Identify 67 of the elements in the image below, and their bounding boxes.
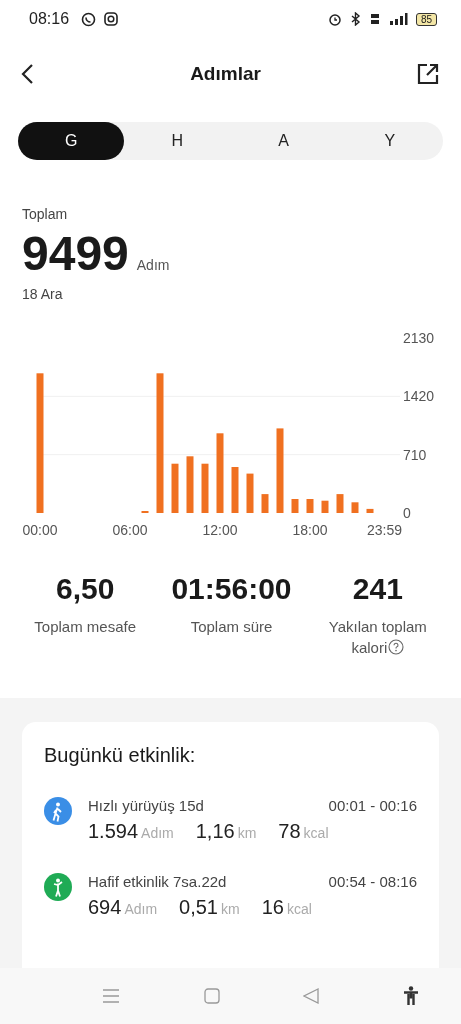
x-tick-label: 18:00 [292,522,328,538]
period-tab[interactable]: H [124,122,231,160]
bar [171,463,179,513]
calorie-value: 78 [278,820,301,842]
distance-unit: km [237,825,257,841]
bar [201,463,209,513]
distance-unit: km [221,901,240,917]
battery-indicator: 85 [415,12,437,26]
y-tick-label: 2130 [403,330,435,346]
alarm-icon [327,12,342,26]
bar [186,456,194,513]
help-icon[interactable] [388,639,405,655]
calorie-unit: kcal [303,825,329,841]
bar [366,508,374,513]
share-icon[interactable] [417,63,439,85]
section-title: Bugünkü etkinlik: [44,744,197,767]
y-tick-label: 0 [403,505,411,521]
bar [351,502,359,513]
bar [246,473,254,513]
step-unit: Adım [124,901,158,917]
calorie-value: 16 [261,896,284,918]
bar [306,499,314,513]
stat-label: Toplam süre [189,617,274,637]
person-icon [44,797,72,825]
period-tab[interactable]: Y [336,122,443,160]
stat-value: 241 [352,572,403,606]
time-range: 00:01 - 00:16 [328,797,417,814]
period-tab[interactable]: G [18,122,125,160]
stat-label: Yakılan toplam kalori [327,617,428,658]
step-total: 9499 [22,226,129,282]
date-label: 18 Ara [22,286,64,302]
bar [261,494,269,513]
person-icon [44,873,72,901]
step-unit: Adım [136,257,170,273]
step-unit: Adım [141,825,174,841]
x-tick-label: 12:00 [202,522,238,538]
signal-icon [387,12,408,26]
stat-value: 6,50 [55,572,115,606]
step-count: 694 [88,896,122,918]
page-title: Adımlar [190,63,261,85]
activity-name: Hafif etkinlik 7sa.22d [88,873,227,890]
x-tick-label: 23:59 [366,522,402,538]
step-count: 1.594 [88,820,139,842]
bar [291,499,299,513]
activity-name: Hızlı yürüyüş 15d [88,797,204,814]
back-icon[interactable] [20,63,34,85]
bar [336,494,344,513]
distance-value: 0,51 [179,896,218,918]
home-icon[interactable] [203,988,220,1004]
stat-label: Toplam mesafe [33,617,137,637]
chat-icon [81,11,97,27]
time-range: 00:54 - 08:16 [328,873,417,890]
x-tick-label: 06:00 [112,522,148,538]
period-tab[interactable]: A [230,122,337,160]
bluetooth-icon [349,12,362,26]
camera-icon [104,12,119,26]
calorie-unit: kcal [286,901,312,917]
x-tick-label: 00:00 [22,522,58,538]
bar [231,467,239,513]
bar [321,500,329,513]
accessibility-icon[interactable] [403,986,420,1006]
total-label: Toplam [22,206,69,222]
clock-time: 08:16 [29,10,70,28]
stat-value: 01:56:00 [171,572,292,606]
y-tick-label: 710 [403,446,427,463]
distance-value: 1,16 [195,820,235,842]
y-tick-label: 1420 [403,388,435,405]
